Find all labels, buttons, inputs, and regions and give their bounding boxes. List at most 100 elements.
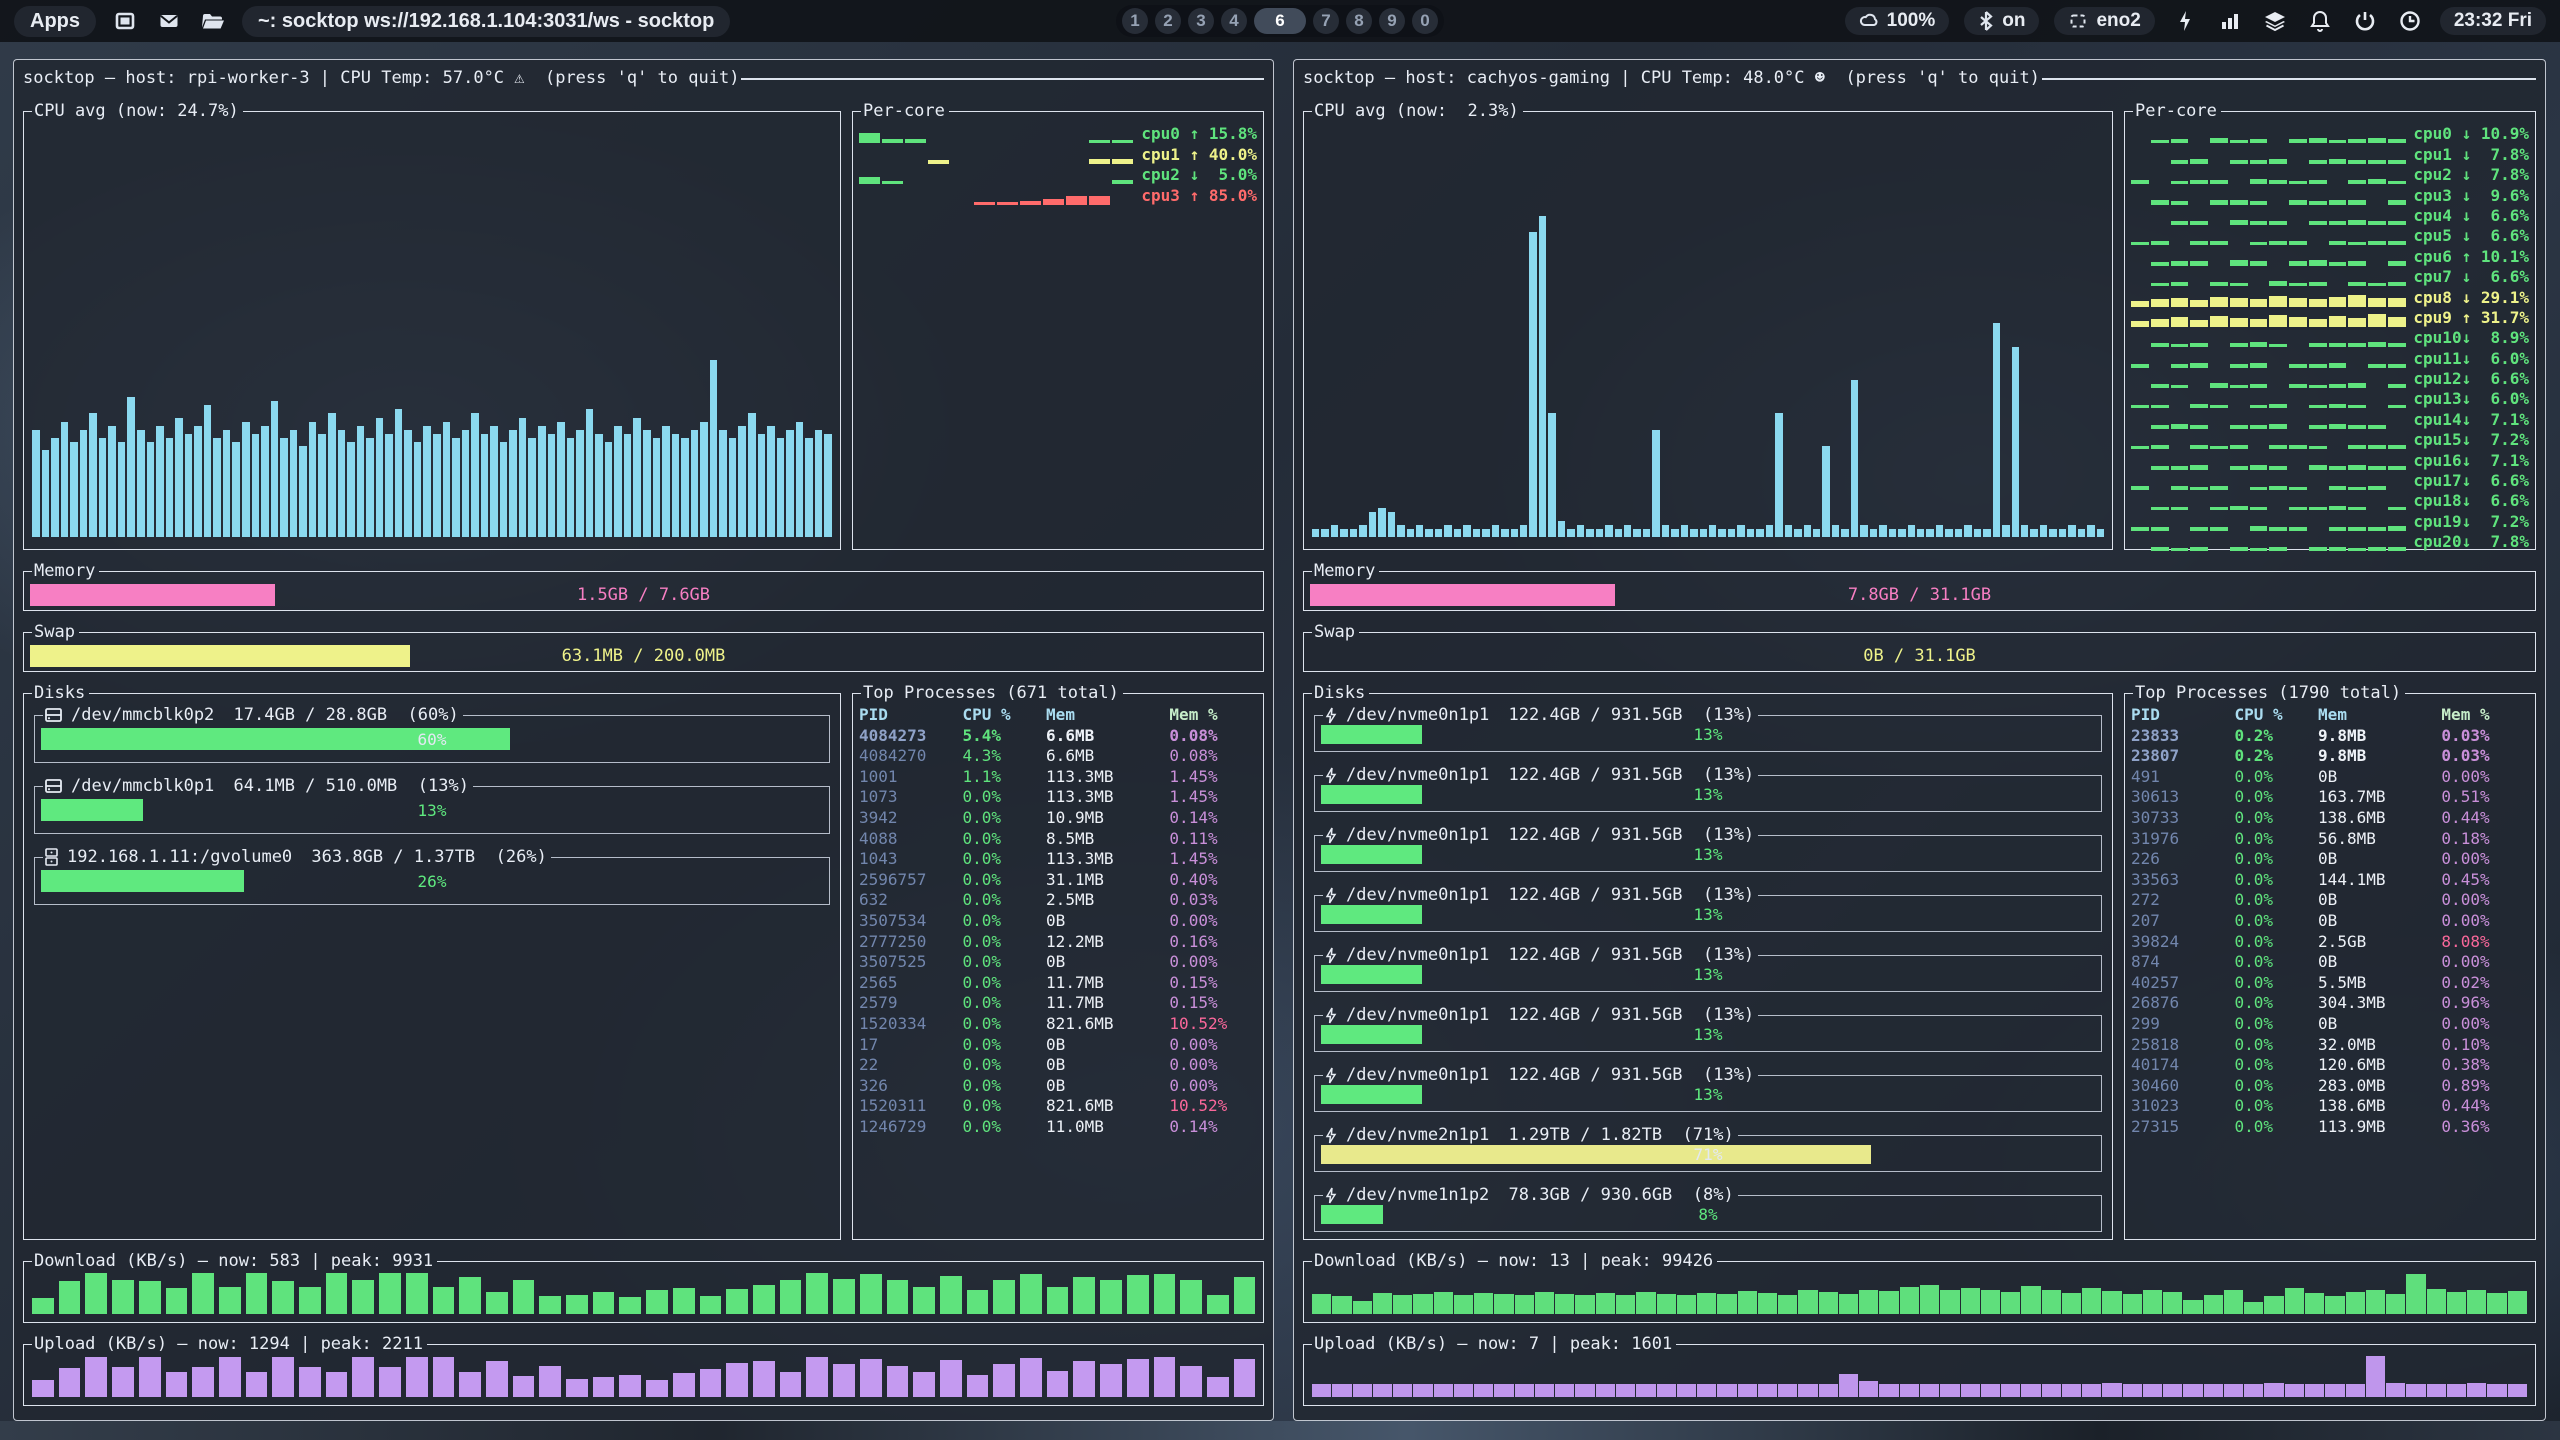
chart-bar — [1778, 1384, 1797, 1397]
chart-bar — [1879, 1384, 1898, 1397]
chart-bar — [2329, 404, 2347, 408]
chart-bar — [2204, 1384, 2223, 1397]
bell-icon[interactable] — [2305, 6, 2335, 36]
power-icon[interactable] — [2350, 6, 2380, 36]
memory-panel: Memory 7.8GB / 31.1GB — [1303, 561, 2536, 611]
chart-bar — [2289, 384, 2307, 388]
disk-item: /dev/nvme1n1p2 78.3GB / 930.6GB (8%)8% — [1314, 1185, 2102, 1232]
chart-bar — [1548, 413, 1555, 537]
chart-bar — [1766, 525, 1773, 537]
disk-item: /dev/mmcblk0p1 64.1MB / 510.0MB (13%)13% — [34, 776, 830, 834]
chart-bar — [1575, 1295, 1594, 1314]
workspace-7[interactable]: 7 — [1313, 8, 1339, 34]
process-cell: 163.7MB — [2318, 787, 2441, 808]
core-row: cpu12↓ 6.6% — [2131, 369, 2529, 389]
process-row: 4910.0%0B0.00% — [2131, 767, 2529, 788]
chart-bar — [1657, 1384, 1676, 1397]
server-icon — [45, 848, 58, 866]
chart-bar — [2030, 529, 2037, 537]
chart-bar — [2171, 221, 2189, 224]
workspace-4[interactable]: 4 — [1221, 8, 1247, 34]
chart-bar — [1926, 529, 1933, 537]
chart-bar — [1652, 430, 1659, 537]
chart-bar — [2427, 1289, 2446, 1314]
chart-bar — [1494, 1294, 1513, 1314]
workspace-8[interactable]: 8 — [1346, 8, 1372, 34]
chart-bar — [882, 181, 903, 184]
workspace-1[interactable]: 1 — [1122, 8, 1148, 34]
process-cell: 0.14% — [1169, 1117, 1257, 1138]
chart-bar — [2388, 261, 2406, 266]
core-label: cpu8 ↓ 29.1% — [2413, 288, 2529, 308]
meter-label: 13% — [1321, 785, 2095, 804]
chart-bar — [2329, 343, 2347, 347]
chart-bar — [486, 1361, 508, 1397]
network-label: eno2 — [2096, 10, 2140, 32]
terminal-window-cachyos-gaming[interactable]: socktop — host: cachyos-gaming | CPU Tem… — [1293, 59, 2546, 1421]
chart-bar — [2348, 507, 2366, 510]
window-icon[interactable] — [110, 6, 140, 36]
chart-bar — [2049, 529, 2056, 537]
chart-bar — [2210, 316, 2228, 327]
process-cell: 0.0% — [962, 932, 1046, 953]
chart-bar — [338, 430, 346, 537]
core-sparkline — [2131, 206, 2405, 226]
chart-bar — [586, 409, 594, 537]
chart-bar — [1615, 529, 1622, 537]
chart-bar — [1180, 1366, 1202, 1398]
process-cell: 1043 — [859, 849, 962, 870]
power-profile-icon[interactable] — [2170, 6, 2200, 36]
mail-icon[interactable] — [154, 6, 184, 36]
workspace-3[interactable]: 3 — [1188, 8, 1214, 34]
chart-bar — [1819, 1384, 1838, 1397]
process-cell: 0B — [2318, 890, 2441, 911]
window-title-pill[interactable]: ~: socktop ws://192.168.1.104:3031/ws - … — [242, 6, 730, 37]
chart-bar — [80, 430, 88, 537]
chart-bar — [2250, 384, 2268, 388]
chart-bar — [2289, 507, 2307, 511]
chart-bar — [1435, 529, 1442, 537]
workspace-2[interactable]: 2 — [1155, 8, 1181, 34]
chart-bar — [2190, 261, 2208, 265]
chart-bar — [539, 1296, 561, 1314]
signal-bars-icon[interactable] — [2215, 6, 2245, 36]
core-sparkline — [2131, 450, 2405, 470]
workspace-0[interactable]: 0 — [1412, 8, 1438, 34]
chart-bar — [2250, 221, 2268, 224]
chart-bar — [1841, 529, 1848, 537]
process-cell: 0.0% — [962, 808, 1046, 829]
memory-title: Memory — [32, 561, 99, 581]
apps-button[interactable]: Apps — [14, 6, 96, 37]
chart-bar — [1575, 1384, 1594, 1397]
process-cell: 4084273 — [859, 726, 962, 747]
chart-bar — [2366, 1356, 2385, 1397]
chart-bar — [2388, 160, 2406, 164]
workspace-9[interactable]: 9 — [1379, 8, 1405, 34]
chart-bar — [887, 1366, 909, 1398]
clock[interactable]: 23:32 Fri — [2440, 7, 2546, 35]
chart-bar — [2183, 1300, 2202, 1314]
chart-bar — [2001, 1384, 2020, 1397]
layers-icon[interactable] — [2260, 6, 2290, 36]
process-row: 6320.0%2.5MB0.03% — [859, 890, 1257, 911]
process-cell: 1.1% — [962, 767, 1046, 788]
disk-legend: /dev/nvme0n1p1 122.4GB / 931.5GB (13%) — [1323, 885, 1758, 905]
folder-icon[interactable] — [198, 6, 228, 36]
chart-bar — [2171, 486, 2189, 490]
process-row: 398240.0%2.5GB8.08% — [2131, 932, 2529, 953]
chart-bar — [2329, 486, 2347, 490]
network-indicator[interactable]: eno2 — [2054, 7, 2154, 35]
terminal-window-rpi-worker-3[interactable]: socktop — host: rpi-worker-3 | CPU Temp:… — [13, 59, 1274, 1421]
bluetooth-indicator[interactable]: on — [1964, 7, 2039, 35]
core-sparkline — [2131, 287, 2405, 307]
time-tracker-icon[interactable] — [2395, 6, 2425, 36]
core-label: cpu9 ↑ 31.7% — [2413, 308, 2529, 328]
ssd-icon — [1325, 947, 1337, 964]
chart-bar — [1636, 1292, 1655, 1314]
chart-bar — [2348, 200, 2366, 204]
chart-bar — [309, 422, 317, 537]
workspace-6[interactable]: 6 — [1254, 8, 1306, 34]
chart-bar — [2388, 364, 2406, 367]
volume-indicator[interactable]: 100% — [1845, 7, 1950, 35]
chart-bar — [2348, 139, 2366, 144]
